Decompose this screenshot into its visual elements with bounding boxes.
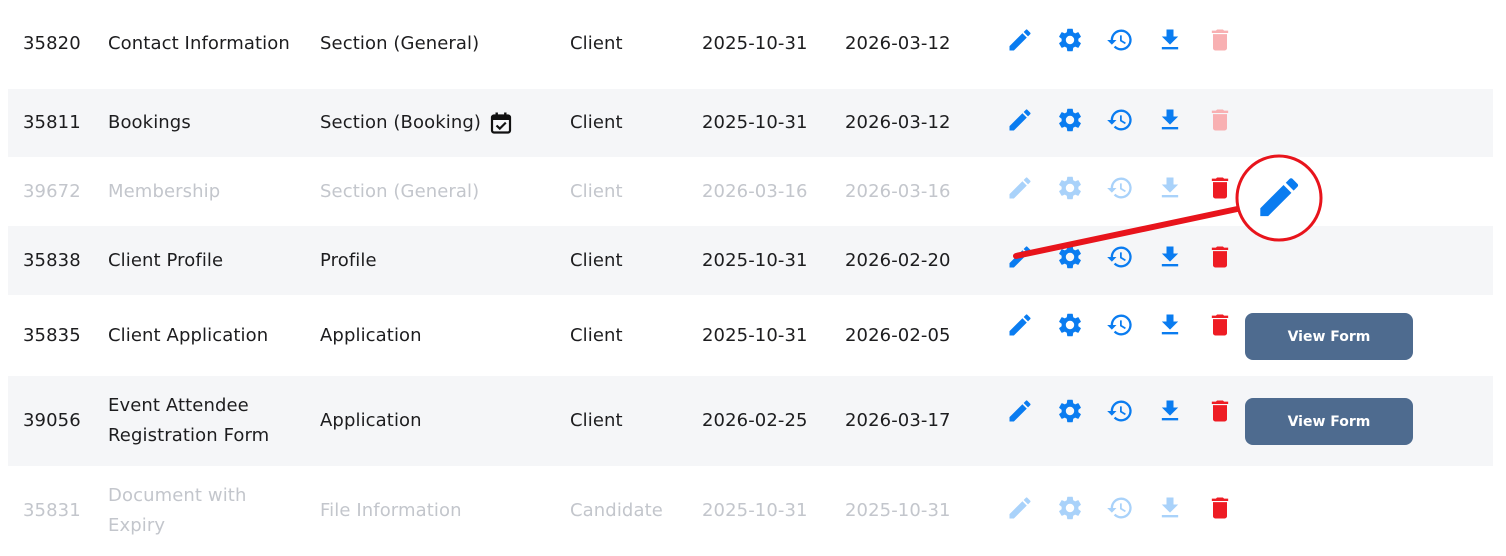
gear-icon[interactable] xyxy=(1056,243,1084,271)
row-type: Section (Booking) xyxy=(320,112,481,133)
calendar-check-icon xyxy=(489,111,513,135)
history-icon[interactable] xyxy=(1106,494,1134,522)
trash-icon[interactable] xyxy=(1206,243,1234,271)
history-icon[interactable] xyxy=(1106,311,1134,339)
gear-icon[interactable] xyxy=(1056,106,1084,134)
row-modified-date: 2026-02-05 xyxy=(845,324,951,346)
table-row: 35811 Bookings Section (Booking) Client … xyxy=(8,89,1493,157)
row-id: 39056 xyxy=(23,410,81,431)
history-icon[interactable] xyxy=(1106,106,1134,134)
row-type: Section (General) xyxy=(320,180,480,202)
trash-icon[interactable] xyxy=(1206,26,1234,54)
pencil-icon[interactable] xyxy=(1006,174,1034,202)
table-row: 39056 Event Attendee Registration Form A… xyxy=(8,376,1493,466)
row-created-date: 2025-10-31 xyxy=(702,112,808,133)
row-id: 35831 xyxy=(23,500,81,521)
row-created-date: 2026-03-16 xyxy=(702,180,808,202)
history-icon[interactable] xyxy=(1106,397,1134,425)
row-modified-date: 2026-03-17 xyxy=(845,410,951,431)
view-form-button[interactable]: View Form xyxy=(1245,398,1413,445)
row-created-date: 2025-10-31 xyxy=(702,324,808,346)
gear-icon[interactable] xyxy=(1056,494,1084,522)
row-modified-date: 2026-02-20 xyxy=(845,249,951,271)
pencil-icon[interactable] xyxy=(1006,243,1034,271)
pencil-icon[interactable] xyxy=(1006,311,1034,339)
row-type: Application xyxy=(320,410,422,431)
row-owner: Client xyxy=(570,33,623,54)
row-created-date: 2025-10-31 xyxy=(702,500,808,521)
row-owner: Client xyxy=(570,112,623,133)
row-created-date: 2026-02-25 xyxy=(702,410,808,431)
row-owner: Candidate xyxy=(570,500,663,521)
download-icon[interactable] xyxy=(1156,397,1184,425)
row-name: Event Attendee Registration Form xyxy=(108,395,270,446)
gear-icon[interactable] xyxy=(1056,311,1084,339)
row-id: 35838 xyxy=(23,249,81,271)
row-created-date: 2025-10-31 xyxy=(702,33,808,54)
table-row: 35820 Contact Information Section (Gener… xyxy=(8,0,1493,88)
download-icon[interactable] xyxy=(1156,243,1184,271)
trash-icon[interactable] xyxy=(1206,494,1234,522)
pencil-icon[interactable] xyxy=(1006,397,1034,425)
row-type: Application xyxy=(320,324,422,346)
row-owner: Client xyxy=(570,410,623,431)
trash-icon[interactable] xyxy=(1206,397,1234,425)
row-id: 35820 xyxy=(23,33,81,54)
row-id: 35835 xyxy=(23,324,81,346)
row-created-date: 2025-10-31 xyxy=(702,249,808,271)
pencil-icon[interactable] xyxy=(1006,106,1034,134)
history-icon[interactable] xyxy=(1106,26,1134,54)
download-icon[interactable] xyxy=(1156,106,1184,134)
row-name: Contact Information xyxy=(108,33,290,54)
download-icon[interactable] xyxy=(1156,174,1184,202)
history-icon[interactable] xyxy=(1106,243,1134,271)
gear-icon[interactable] xyxy=(1056,397,1084,425)
download-icon[interactable] xyxy=(1156,311,1184,339)
download-icon[interactable] xyxy=(1156,26,1184,54)
trash-icon[interactable] xyxy=(1206,311,1234,339)
pencil-icon[interactable] xyxy=(1006,26,1034,54)
download-icon[interactable] xyxy=(1156,494,1184,522)
gear-icon[interactable] xyxy=(1056,26,1084,54)
row-name: Client Profile xyxy=(108,249,224,271)
row-modified-date: 2026-03-12 xyxy=(845,33,951,54)
table-row: 35838 Client Profile Profile Client 2025… xyxy=(8,226,1493,295)
table-row: 35835 Client Application Application Cli… xyxy=(8,295,1493,376)
table-row: 39672 Membership Section (General) Clien… xyxy=(8,157,1493,226)
history-icon[interactable] xyxy=(1106,174,1134,202)
row-type: Profile xyxy=(320,249,377,271)
row-id: 35811 xyxy=(23,112,81,133)
row-type-cell: Section (Booking) xyxy=(320,89,560,157)
row-name: Bookings xyxy=(108,112,191,133)
row-owner: Client xyxy=(570,324,623,346)
row-type: File Information xyxy=(320,500,462,521)
row-name: Membership xyxy=(108,180,221,202)
row-name: Document with Expiry xyxy=(108,485,247,536)
row-modified-date: 2026-03-16 xyxy=(845,180,951,202)
view-form-button[interactable]: View Form xyxy=(1245,313,1413,360)
row-modified-date: 2025-10-31 xyxy=(845,500,951,521)
pencil-icon[interactable] xyxy=(1006,494,1034,522)
table-row: 35831 Document with Expiry File Informat… xyxy=(8,466,1493,556)
row-owner: Client xyxy=(570,180,623,202)
row-name: Client Application xyxy=(108,324,269,346)
gear-icon[interactable] xyxy=(1056,174,1084,202)
trash-icon[interactable] xyxy=(1206,174,1234,202)
row-type: Section (General) xyxy=(320,33,480,54)
row-id: 39672 xyxy=(23,180,81,202)
row-owner: Client xyxy=(570,249,623,271)
row-modified-date: 2026-03-12 xyxy=(845,112,951,133)
trash-icon[interactable] xyxy=(1206,106,1234,134)
